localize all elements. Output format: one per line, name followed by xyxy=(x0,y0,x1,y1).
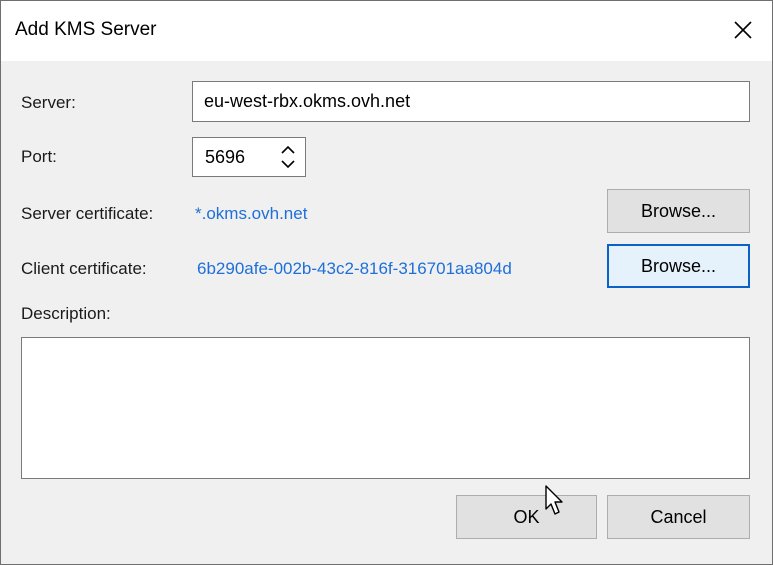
dialog-title: Add KMS Server xyxy=(15,19,157,40)
client-certificate-link[interactable]: 6b290afe-002b-43c2-816f-316701aa804d xyxy=(197,259,512,279)
server-label: Server: xyxy=(21,93,76,112)
cancel-button-label: Cancel xyxy=(650,506,707,527)
port-stepper[interactable]: 5696 xyxy=(192,137,306,177)
spinner-up-down-icon[interactable] xyxy=(279,143,297,171)
server-certificate-label: Server certificate: xyxy=(21,204,154,223)
server-input-value: eu-west-rbx.okms.ovh.net xyxy=(204,91,411,111)
cancel-button[interactable]: Cancel xyxy=(607,495,750,539)
server-certificate-browse-button[interactable]: Browse... xyxy=(607,189,750,233)
ok-button-label: OK xyxy=(513,506,540,527)
description-label: Description: xyxy=(21,304,111,323)
title-bar: Add KMS Server xyxy=(1,1,772,61)
server-certificate-link[interactable]: *.okms.ovh.net xyxy=(195,204,307,224)
client-certificate-browse-button[interactable]: Browse... xyxy=(607,244,750,288)
add-kms-server-dialog: Add KMS Server Server: eu-west-rbx.okms.… xyxy=(0,0,773,565)
server-input[interactable]: eu-west-rbx.okms.ovh.net xyxy=(192,81,750,122)
description-textarea[interactable] xyxy=(21,337,750,479)
close-icon xyxy=(734,21,752,39)
ok-button[interactable]: OK xyxy=(456,495,597,539)
close-button[interactable] xyxy=(714,1,772,59)
server-certificate-browse-label: Browse... xyxy=(640,200,717,221)
port-input-value: 5696 xyxy=(205,147,246,167)
client-certificate-browse-label: Browse... xyxy=(640,255,717,276)
port-label: Port: xyxy=(21,147,57,166)
client-certificate-label: Client certificate: xyxy=(21,259,147,278)
mouse-pointer-icon xyxy=(545,485,563,515)
